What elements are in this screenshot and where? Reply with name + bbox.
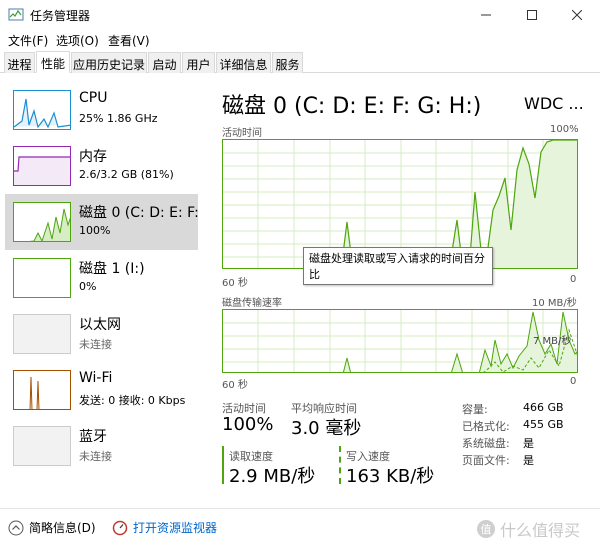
device-detail: 未连接 xyxy=(79,450,112,463)
resource-monitor-icon xyxy=(112,520,128,535)
active-time-value: 100% xyxy=(222,414,274,435)
watermark-logo-icon: 值 xyxy=(477,520,495,538)
minimize-button[interactable] xyxy=(463,0,509,30)
close-icon xyxy=(572,10,582,20)
device-detail: 发送: 0 接收: 0 Kbps xyxy=(79,394,186,407)
fewer-details-label: 简略信息(D) xyxy=(29,521,96,535)
device-disk-1[interactable]: 磁盘 1 (I:) 0% xyxy=(5,250,198,306)
device-memory[interactable]: 内存 2.6/3.2 GB (81%) xyxy=(5,138,198,194)
device-name: 磁盘 1 (I:) xyxy=(79,261,145,277)
device-list: CPU 25% 1.86 GHz 内存 2.6/3.2 GB (81%) 磁盘 … xyxy=(0,74,200,504)
menu-view[interactable]: 查看(V) xyxy=(108,32,150,49)
tab-processes[interactable]: 进程 xyxy=(4,52,35,73)
menu-file[interactable]: 文件(F) xyxy=(8,32,48,49)
write-speed-marker xyxy=(339,446,341,484)
transfer-time-span: 60 秒 xyxy=(222,380,248,391)
svg-text:值: 值 xyxy=(481,523,492,536)
device-wifi[interactable]: Wi-Fi 发送: 0 接收: 0 Kbps xyxy=(5,362,198,418)
resource-monitor-label: 打开资源监视器 xyxy=(133,521,218,535)
avg-response-value: 3.0 毫秒 xyxy=(291,418,362,439)
formatted-label: 已格式化: xyxy=(462,420,510,433)
tab-details[interactable]: 详细信息 xyxy=(216,52,271,73)
activity-zero: 0 xyxy=(570,274,577,285)
footer: 简略信息(D) 打开资源监视器 值 什么值得买 xyxy=(0,508,600,551)
transfer-graph-mid: 7 MB/秒 xyxy=(533,336,572,347)
minimize-icon xyxy=(481,14,491,16)
capacity-value: 466 GB xyxy=(523,401,564,414)
tab-startup[interactable]: 启动 xyxy=(148,52,181,73)
device-name: 磁盘 0 (C: D: E: F: xyxy=(79,205,199,221)
disk-0-thumbnail xyxy=(13,202,71,242)
device-name: 蓝牙 xyxy=(79,429,107,445)
memory-thumbnail xyxy=(13,146,71,186)
chevron-up-icon xyxy=(8,520,24,535)
menu-bar: 文件(F) 选项(O) 查看(V) xyxy=(0,30,600,50)
maximize-icon xyxy=(527,10,537,20)
capacity-label: 容量: xyxy=(462,403,488,416)
activity-graph-label: 活动时间 xyxy=(222,128,262,139)
disk-model: WDC ... xyxy=(524,94,584,113)
device-detail: 25% 1.86 GHz xyxy=(79,112,158,125)
cpu-thumbnail xyxy=(13,90,71,130)
write-speed-value: 163 KB/秒 xyxy=(346,466,435,487)
ethernet-thumbnail xyxy=(13,314,71,354)
device-disk-0[interactable]: 磁盘 0 (C: D: E: F: 100% xyxy=(5,194,199,250)
system-disk-label: 系统磁盘: xyxy=(462,437,510,450)
device-name: 内存 xyxy=(79,149,107,165)
read-speed-value: 2.9 MB/秒 xyxy=(229,466,316,487)
fewer-details-button[interactable]: 简略信息(D) xyxy=(8,519,96,536)
bluetooth-thumbnail xyxy=(13,426,71,466)
device-name: CPU xyxy=(79,90,108,106)
device-cpu[interactable]: CPU 25% 1.86 GHz xyxy=(5,82,198,138)
tab-performance[interactable]: 性能 xyxy=(36,51,70,73)
disk-1-thumbnail xyxy=(13,258,71,298)
tab-users[interactable]: 用户 xyxy=(182,52,215,73)
page-file-value: 是 xyxy=(523,454,534,467)
title-bar: 任务管理器 xyxy=(0,0,600,30)
transfer-zero: 0 xyxy=(570,376,577,387)
tab-app-history[interactable]: 应用历史记录 xyxy=(71,52,147,73)
transfer-graph-label: 磁盘传输速率 xyxy=(222,298,282,309)
activity-time-span: 60 秒 xyxy=(222,278,248,289)
transfer-rate-graph: 7 MB/秒 xyxy=(222,309,578,373)
device-detail: 100% xyxy=(79,224,111,237)
device-detail: 2.6/3.2 GB (81%) xyxy=(79,168,174,181)
page-file-label: 页面文件: xyxy=(462,454,510,467)
device-detail: 0% xyxy=(79,280,97,293)
maximize-button[interactable] xyxy=(509,0,555,30)
close-button[interactable] xyxy=(554,0,600,30)
wifi-thumbnail xyxy=(13,370,71,410)
window-title: 任务管理器 xyxy=(30,9,91,23)
device-detail: 未连接 xyxy=(79,338,112,351)
watermark: 值 什么值得买 xyxy=(476,517,580,541)
device-name: 以太网 xyxy=(79,317,121,333)
transfer-graph-max: 10 MB/秒 xyxy=(532,298,577,309)
device-name: Wi-Fi xyxy=(79,370,113,386)
device-ethernet[interactable]: 以太网 未连接 xyxy=(5,306,198,362)
task-manager-icon xyxy=(8,8,24,21)
device-bluetooth[interactable]: 蓝牙 未连接 xyxy=(5,418,198,474)
graph-tooltip: 磁盘处理读取或写入请求的时间百分比 xyxy=(303,247,493,285)
disk-title: 磁盘 0 (C: D: E: F: G: H:) xyxy=(222,94,482,119)
menu-options[interactable]: 选项(O) xyxy=(56,32,99,49)
tab-bar: 进程 性能 应用历史记录 启动 用户 详细信息 服务 xyxy=(0,51,600,73)
disk-detail-panel: 磁盘 0 (C: D: E: F: G: H:) WDC ... 活动时间 10… xyxy=(200,74,600,504)
system-disk-value: 是 xyxy=(523,437,534,450)
activity-graph-max: 100% xyxy=(550,124,579,135)
resource-monitor-link[interactable]: 打开资源监视器 xyxy=(112,519,217,536)
tab-services[interactable]: 服务 xyxy=(272,52,303,73)
formatted-value: 455 GB xyxy=(523,418,564,431)
watermark-text: 什么值得买 xyxy=(500,521,581,540)
read-speed-marker xyxy=(222,446,224,484)
